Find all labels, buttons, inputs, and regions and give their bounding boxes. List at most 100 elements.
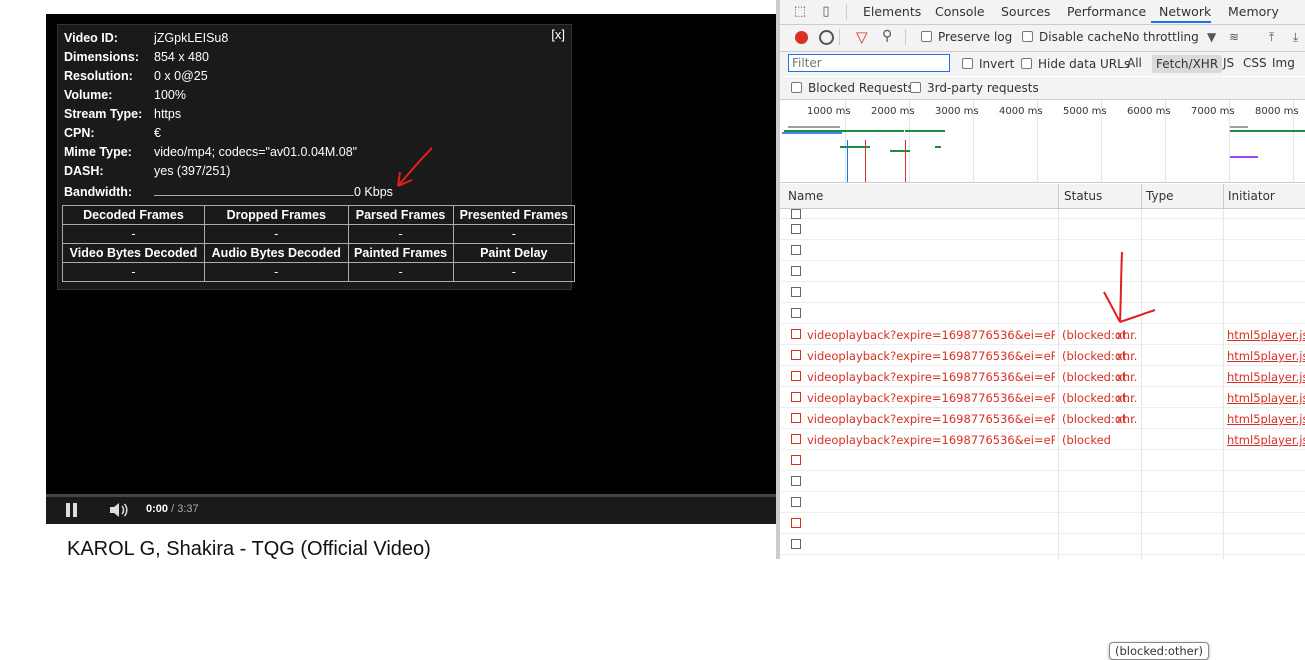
filter-type-fetch-xhr[interactable]: Fetch/XHR: [1152, 55, 1223, 73]
row-checkbox[interactable]: [791, 266, 801, 276]
table-row[interactable]: [780, 240, 1305, 261]
status-tooltip: (blocked:other): [1109, 642, 1209, 660]
disable-cache-label: Disable cache: [1039, 30, 1123, 44]
table-row[interactable]: [780, 534, 1305, 555]
filter-type-css[interactable]: CSS: [1243, 56, 1267, 70]
network-conditions-icon[interactable]: ≋: [1229, 30, 1239, 44]
table-row[interactable]: [780, 303, 1305, 324]
request-type: xhr: [1116, 328, 1135, 342]
frames-value-row-2: - - - -: [62, 262, 576, 282]
table-row[interactable]: [780, 450, 1305, 471]
row-checkbox[interactable]: [791, 434, 801, 444]
table-row[interactable]: [780, 282, 1305, 303]
filter-type-all[interactable]: All: [1127, 56, 1142, 70]
cpn-value: €: [154, 126, 161, 140]
table-row[interactable]: videoplayback?expire=1698776536&ei=ePFA.…: [780, 408, 1305, 429]
clear-icon[interactable]: [819, 30, 834, 45]
table-row[interactable]: [780, 513, 1305, 534]
disable-cache-checkbox[interactable]: [1022, 31, 1033, 42]
row-checkbox[interactable]: [791, 329, 801, 339]
table-row[interactable]: videoplayback?expire=1698776536&ei=ePFA.…: [780, 387, 1305, 408]
volume-value: 100%: [154, 88, 186, 102]
table-row[interactable]: [780, 209, 1305, 219]
row-checkbox[interactable]: [791, 308, 801, 318]
row-checkbox[interactable]: [791, 413, 801, 423]
tab-network[interactable]: Network: [1159, 4, 1211, 19]
upload-icon[interactable]: ⤒: [1269, 30, 1274, 45]
request-initiator-link[interactable]: html5player.js:: [1227, 349, 1305, 363]
pause-icon[interactable]: [66, 503, 80, 517]
row-checkbox[interactable]: [791, 497, 801, 507]
request-name[interactable]: videoplayback?expire=1698776536&ei=ePFA.…: [807, 433, 1055, 447]
requests-list: videoplayback?expire=1698776536&ei=ePFA.…: [780, 209, 1305, 660]
request-name[interactable]: videoplayback?expire=1698776536&ei=ePFA.…: [807, 328, 1055, 342]
network-overview-timeline[interactable]: 1000 ms 2000 ms 3000 ms 4000 ms 5000 ms …: [780, 100, 1305, 183]
request-name[interactable]: videoplayback?expire=1698776536&ei=ePFA.…: [807, 349, 1055, 363]
table-row[interactable]: videoplayback?expire=1698776536&ei=ePFA.…: [780, 345, 1305, 366]
row-checkbox[interactable]: [791, 245, 801, 255]
download-icon[interactable]: ⤓: [1293, 30, 1298, 45]
video-player[interactable]: [x] Video ID: jZGpkLEISu8 Dimensions: 854 …: [46, 14, 776, 494]
table-row[interactable]: [780, 261, 1305, 282]
column-type[interactable]: Type: [1146, 189, 1174, 203]
devtools-tab-bar: ⬚ ▯ Elements Console Sources Performance…: [780, 0, 1305, 25]
filter-input[interactable]: [788, 54, 950, 72]
dropped-frames-header: Dropped Frames: [203, 205, 349, 225]
filter-type-js[interactable]: JS: [1223, 56, 1234, 70]
search-icon[interactable]: ⚲: [882, 28, 892, 44]
column-initiator[interactable]: Initiator: [1228, 189, 1275, 203]
throttling-select[interactable]: No throttling: [1123, 30, 1199, 44]
request-initiator-link[interactable]: html5player.js:: [1227, 328, 1305, 342]
chevron-down-icon[interactable]: ▼: [1207, 30, 1216, 44]
resolution-label: Resolution:: [64, 69, 133, 83]
table-row[interactable]: [780, 219, 1305, 240]
request-initiator-link[interactable]: html5player.js:: [1227, 370, 1305, 384]
video-id-label: Video ID:: [64, 31, 118, 45]
timeline-tick: 5000 ms: [1063, 106, 1107, 117]
table-row[interactable]: videoplayback?expire=1698776536&ei=ePFA.…: [780, 324, 1305, 345]
request-initiator-link[interactable]: html5player.js:: [1227, 391, 1305, 405]
third-party-label: 3rd-party requests: [927, 81, 1039, 95]
tab-memory[interactable]: Memory: [1228, 4, 1279, 19]
row-checkbox[interactable]: [791, 350, 801, 360]
row-checkbox[interactable]: [791, 209, 801, 219]
preserve-log-checkbox[interactable]: [921, 31, 932, 42]
hide-data-urls-checkbox[interactable]: [1021, 58, 1032, 69]
row-checkbox[interactable]: [791, 476, 801, 486]
request-name[interactable]: videoplayback?expire=1698776536&ei=ePFA.…: [807, 412, 1055, 426]
filter-icon[interactable]: ▽: [856, 28, 868, 46]
stats-close-button[interactable]: [x]: [551, 27, 565, 42]
row-checkbox[interactable]: [791, 287, 801, 297]
row-checkbox[interactable]: [791, 455, 801, 465]
audio-bytes-decoded-value: -: [203, 262, 349, 282]
table-row[interactable]: videoplayback?expire=1698776536&ei=ePFA.…: [780, 429, 1305, 450]
table-row[interactable]: videoplayback?expire=1698776536&ei=ePFA.…: [780, 366, 1305, 387]
row-checkbox[interactable]: [791, 224, 801, 234]
row-checkbox[interactable]: [791, 518, 801, 528]
table-row[interactable]: [780, 492, 1305, 513]
record-icon[interactable]: [795, 31, 808, 44]
request-initiator-link[interactable]: html5player.js:: [1227, 433, 1305, 447]
blocked-requests-checkbox[interactable]: [791, 82, 802, 93]
filter-type-img[interactable]: Img: [1272, 56, 1295, 70]
device-toolbar-icon[interactable]: ▯: [818, 4, 834, 20]
table-row[interactable]: [780, 471, 1305, 492]
inspect-element-icon[interactable]: ⬚: [792, 4, 808, 20]
row-checkbox[interactable]: [791, 371, 801, 381]
progress-bar[interactable]: [46, 494, 776, 497]
timeline-tick: 1000 ms: [807, 106, 851, 117]
request-name[interactable]: videoplayback?expire=1698776536&ei=ePFA.…: [807, 391, 1055, 405]
tab-performance[interactable]: Performance: [1067, 4, 1146, 19]
third-party-checkbox[interactable]: [910, 82, 921, 93]
tab-console[interactable]: Console: [935, 4, 985, 19]
column-status[interactable]: Status: [1064, 189, 1102, 203]
column-name[interactable]: Name: [788, 189, 823, 203]
tab-sources[interactable]: Sources: [1001, 4, 1050, 19]
invert-checkbox[interactable]: [962, 58, 973, 69]
row-checkbox[interactable]: [791, 392, 801, 402]
row-checkbox[interactable]: [791, 539, 801, 549]
request-initiator-link[interactable]: html5player.js:: [1227, 412, 1305, 426]
request-name[interactable]: videoplayback?expire=1698776536&ei=ePFA.…: [807, 370, 1055, 384]
tab-elements[interactable]: Elements: [863, 4, 921, 19]
volume-icon[interactable]: [108, 501, 130, 519]
